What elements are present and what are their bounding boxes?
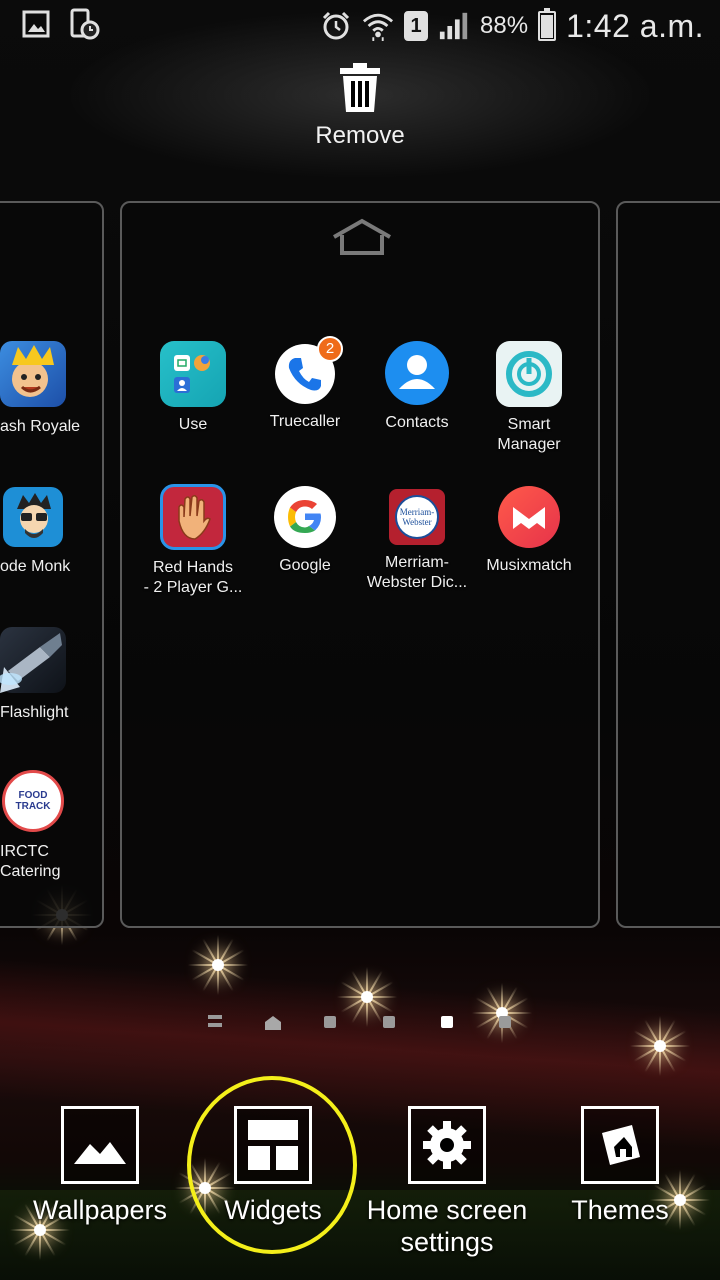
home-page-right[interactable] — [616, 201, 720, 928]
themes-label: Themes — [571, 1195, 669, 1225]
notification-badge: 2 — [317, 336, 343, 362]
home-screen-settings-option[interactable]: Home screen settings — [357, 1106, 537, 1258]
app-use-folder[interactable]: Use — [137, 341, 249, 435]
app-musixmatch[interactable]: Musixmatch — [473, 484, 585, 576]
app-label: Truecaller — [269, 413, 341, 430]
irctc-catering-icon: FOOD TRACK — [2, 770, 64, 832]
page-dot-home-icon[interactable] — [264, 1015, 282, 1036]
irctc-logo-text: FOOD TRACK — [15, 790, 51, 812]
page-dot-feed-lower — [208, 1023, 222, 1027]
app-label: Use — [178, 416, 208, 433]
app-label: Merriam- Webster Dic... — [366, 554, 468, 591]
logo-line2: Webster — [402, 517, 432, 527]
widgets-icon — [234, 1106, 312, 1184]
screen-timer-icon — [68, 8, 100, 40]
app-label: IRCTC Catering — [0, 843, 61, 880]
signal-icon — [438, 10, 470, 42]
remove-drop-zone[interactable]: Remove — [260, 62, 460, 162]
merriam-webster-icon: Merriam- Webster — [389, 489, 445, 545]
app-red-hands[interactable]: Red Hands - 2 Player G... — [137, 484, 249, 598]
app-label: Smart Manager — [497, 416, 561, 453]
status-bar: 1 88% 1:42 a.m. — [0, 0, 720, 52]
themes-option[interactable]: Themes — [545, 1106, 695, 1226]
wallpapers-label: Wallpapers — [32, 1195, 168, 1225]
trash-icon — [340, 63, 380, 112]
app-label: Google — [279, 557, 331, 574]
app-contacts[interactable]: Contacts — [361, 341, 473, 433]
app-label: ash Royale — [0, 418, 81, 435]
widgets-label: Widgets — [224, 1195, 322, 1225]
clock-time: 1:42 a.m. — [566, 7, 704, 44]
wifi-icon — [362, 10, 394, 42]
app-flashlight[interactable]: Flashlight — [0, 627, 110, 723]
red-hands-icon — [160, 484, 226, 550]
home-outline-icon[interactable] — [330, 217, 394, 257]
page-dot[interactable] — [383, 1016, 395, 1028]
google-icon — [274, 486, 336, 548]
truecaller-icon: 2 — [275, 336, 343, 404]
code-monk-icon — [3, 487, 63, 547]
sim-icon: 1 — [404, 11, 429, 41]
battery-icon — [538, 8, 557, 41]
page-dot-feed[interactable] — [208, 1015, 222, 1019]
wallpapers-option[interactable]: Wallpapers — [20, 1106, 180, 1226]
page-dot[interactable] — [499, 1016, 511, 1028]
page-indicator — [205, 1012, 515, 1032]
flashlight-icon — [0, 627, 66, 693]
app-label: Musixmatch — [486, 557, 572, 574]
themes-icon — [581, 1106, 659, 1184]
page-dot[interactable] — [324, 1016, 336, 1028]
app-clash-royale[interactable]: ash Royale — [0, 341, 110, 437]
widgets-option[interactable]: Widgets — [193, 1106, 353, 1226]
remove-label: Remove — [315, 122, 405, 149]
alarm-icon — [320, 10, 352, 42]
clash-royale-icon — [0, 341, 66, 407]
app-label: Red Hands - 2 Player G... — [143, 559, 243, 596]
battery-percent: 88% — [480, 12, 529, 39]
gallery-icon — [20, 8, 52, 40]
smart-manager-icon — [496, 341, 562, 407]
app-label: ode Monk — [0, 558, 71, 575]
home-screen-settings-label: Home screen settings — [366, 1195, 528, 1257]
app-irctc-catering[interactable]: FOOD TRACK IRCTC Catering — [0, 770, 110, 882]
logo-line1: Merriam- — [399, 507, 435, 517]
musixmatch-icon — [498, 486, 560, 548]
folder-use-icon — [160, 341, 226, 407]
settings-gear-icon — [408, 1106, 486, 1184]
app-merriam-webster[interactable]: Merriam- Webster Merriam- Webster Dic... — [361, 484, 473, 593]
app-google[interactable]: Google — [249, 484, 361, 576]
app-truecaller[interactable]: 2 Truecaller — [249, 336, 361, 432]
app-code-monk[interactable]: ode Monk — [0, 487, 110, 577]
contacts-icon — [385, 341, 449, 405]
app-smart-manager[interactable]: Smart Manager — [473, 341, 585, 455]
app-label: Contacts — [385, 414, 449, 431]
wallpapers-icon — [61, 1106, 139, 1184]
app-label: Flashlight — [0, 704, 69, 721]
page-dot-active[interactable] — [441, 1016, 453, 1028]
